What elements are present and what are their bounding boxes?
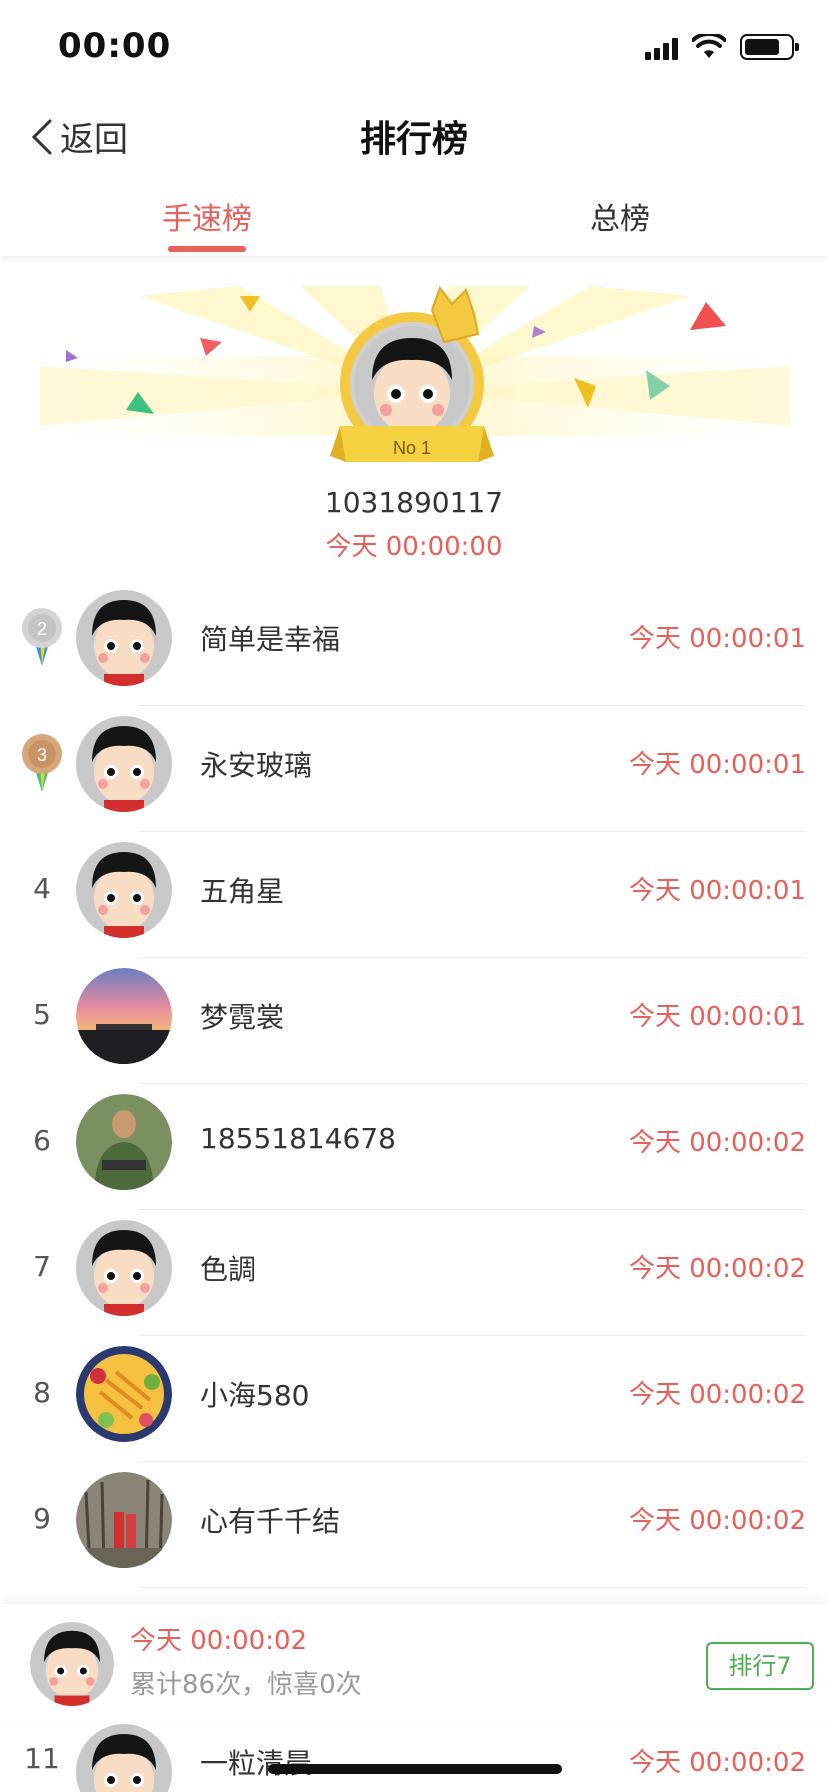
user-time: 今天 00:00:01 (628, 624, 806, 654)
user-name: 18551814678 (200, 1122, 396, 1155)
user-name: 永安玻璃 (200, 749, 313, 782)
svg-text:2: 2 (37, 619, 47, 639)
silver-medal-icon: 2 (20, 606, 64, 666)
avatar (76, 1346, 172, 1442)
tab-active-indicator (168, 246, 246, 252)
status-time: 00:00 (58, 26, 172, 66)
user-time: 今天 00:00:02 (628, 1254, 806, 1284)
tab-speed-rank[interactable]: 手速榜 (162, 194, 252, 238)
user-name: 五角星 (200, 875, 285, 908)
divider (140, 1587, 806, 1588)
rank-number: 9 (33, 1502, 51, 1535)
user-time: 今天 00:00:01 (628, 750, 806, 780)
user-time: 今天 00:00:02 (628, 1506, 806, 1536)
user-time: 今天 00:00:02 (628, 1128, 806, 1158)
winner-badge-label: No 1 (393, 438, 431, 458)
list-item[interactable]: 7 色調 今天 00:00:02 (0, 1210, 828, 1336)
my-stats: 累计86次，惊喜0次 (130, 1670, 362, 1700)
user-name: 一粒清晨 (200, 1747, 313, 1780)
user-name: 心有千千结 (200, 1505, 341, 1538)
avatar (76, 1472, 172, 1568)
avatar (76, 590, 172, 686)
bronze-medal-icon: 3 (20, 732, 64, 792)
home-indicator (268, 1764, 562, 1774)
page-title: 排行榜 (359, 119, 468, 160)
list-item[interactable]: 4 五角星 今天 00:00:01 (0, 832, 828, 958)
status-bar: 00:00 (0, 0, 828, 100)
list-item[interactable]: 6 18551814678 今天 00:00:02 (0, 1084, 828, 1210)
winner-user-id: 1031890117 (324, 486, 504, 519)
avatar (76, 1724, 172, 1792)
ranking-list: 2 简单是幸福 今天 00:00:01 3 永安玻璃 今天 00:00:01 4 (0, 580, 828, 1588)
tab-total-rank[interactable]: 总榜 (590, 194, 650, 238)
tab-bar: 手速榜 总榜 (0, 190, 828, 256)
svg-text:3: 3 (37, 745, 47, 765)
user-time: 今天 00:00:02 (628, 1748, 806, 1778)
rank-number: 4 (33, 872, 51, 905)
my-rank-button[interactable]: 排行7 (706, 1642, 814, 1690)
user-time: 今天 00:00:01 (628, 876, 806, 906)
user-name: 简单是幸福 (200, 623, 341, 656)
rank-number: 6 (33, 1124, 51, 1157)
winner-podium: No 1 1031890117 今天 00:00:00 (0, 286, 828, 562)
list-item[interactable]: 8 小海580 今天 00:00:02 (0, 1336, 828, 1462)
avatar (76, 1220, 172, 1316)
my-rank-card: 今天 00:00:02 累计86次，惊喜0次 排行7 (0, 1604, 828, 1720)
rank-number: 11 (24, 1742, 60, 1775)
signal-icon (645, 34, 678, 60)
my-avatar (30, 1622, 114, 1706)
status-icons (645, 34, 799, 60)
avatar (76, 716, 172, 812)
user-name: 小海580 (200, 1379, 310, 1412)
user-name: 色調 (200, 1253, 257, 1286)
list-item[interactable]: 2 简单是幸福 今天 00:00:01 (0, 580, 828, 706)
avatar (76, 1094, 172, 1190)
winner-time: 今天 00:00:00 (325, 532, 503, 562)
rank-number: 7 (33, 1250, 51, 1283)
avatar (76, 968, 172, 1064)
list-item[interactable]: 11 一粒清晨 今天 00:00:02 (0, 1720, 828, 1792)
user-time: 今天 00:00:01 (628, 1002, 806, 1032)
list-item[interactable]: 5 梦霓裳 今天 00:00:01 (0, 958, 828, 1084)
battery-icon (740, 34, 799, 60)
user-time: 今天 00:00:02 (628, 1380, 806, 1410)
nav-bar: 返回 排行榜 (0, 100, 828, 190)
rank-number: 8 (33, 1376, 51, 1409)
rank-number: 5 (33, 998, 51, 1031)
wifi-icon (692, 34, 726, 58)
list-item[interactable]: 9 心有千千结 今天 00:00:02 (0, 1462, 828, 1588)
user-name: 梦霓裳 (200, 1001, 285, 1034)
list-item[interactable]: 3 永安玻璃 今天 00:00:01 (0, 706, 828, 832)
my-time: 今天 00:00:02 (130, 1626, 308, 1656)
avatar (76, 842, 172, 938)
winner-banner-graphic: No 1 (40, 286, 790, 462)
